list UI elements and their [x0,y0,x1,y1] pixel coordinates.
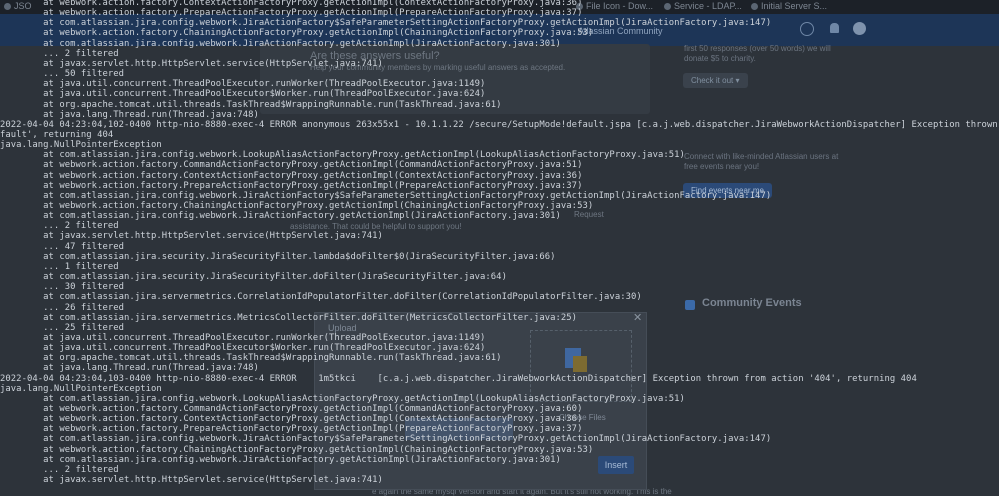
log-line: at org.apache.tomcat.util.threads.TaskTh… [0,99,502,110]
log-line: ... 30 filtered [0,282,125,293]
log-line: at webwork.action.factory.ChainingAction… [0,28,594,39]
log-line: at java.lang.Thread.run(Thread.java:748) [0,363,259,374]
log-line: at webwork.action.factory.CommandActionF… [0,160,583,171]
log-line: at webwork.action.factory.PrepareActionF… [0,8,583,19]
log-line: at com.atlassian.jira.config.webwork.Jir… [0,454,561,465]
log-line: ... 50 filtered [0,69,125,80]
log-line: at webwork.action.factory.ContextActionF… [0,414,583,425]
log-line: at webwork.action.factory.ContextActionF… [0,0,583,8]
log-line: at webwork.action.factory.CommandActionF… [0,404,583,414]
log-line: at webwork.action.factory.ContextActionF… [0,170,583,181]
log-line: ... 1 filtered [0,261,119,272]
log-line: java.lang.NullPointerException [0,383,162,394]
log-line: ... 25 filtered [0,322,125,333]
log-line: at webwork.action.factory.ChainingAction… [0,201,594,211]
log-line: at com.atlassian.jira.servermetrics.Metr… [0,312,578,323]
log-line: at webwork.action.factory.PrepareActionF… [0,180,583,191]
log-line: ... 2 filtered [0,221,119,232]
log-line: ... 26 filtered [0,302,125,313]
log-line: at com.atlassian.jira.config.webwork.Jir… [0,211,561,222]
log-line: at java.util.concurrent.ThreadPoolExecut… [0,332,486,343]
log-line: at com.atlassian.jira.config.webwork.Jir… [0,18,772,29]
log-line: java.lang.NullPointerException [0,140,162,151]
log-line: at webwork.action.factory.ChainingAction… [0,444,594,455]
log-line: at java.util.concurrent.ThreadPoolExecut… [0,89,486,100]
log-line: at com.atlassian.jira.security.JiraSecur… [0,251,556,262]
log-line: at com.atlassian.jira.config.webwork.Loo… [0,393,685,404]
log-line: ... 2 filtered [0,464,119,475]
log-line: at java.util.concurrent.ThreadPoolExecut… [0,343,486,354]
log-line: ... 2 filtered [0,48,119,59]
log-line: at com.atlassian.jira.security.JiraSecur… [0,272,507,283]
log-line: at webwork.action.factory.PrepareActionF… [0,424,583,435]
log-line: at java.lang.Thread.run(Thread.java:748) [0,109,259,120]
log-line: at javax.servlet.http.HttpServlet.servic… [0,475,383,486]
log-line: at com.atlassian.jira.config.webwork.Jir… [0,190,772,201]
log-line: at javax.servlet.http.HttpServlet.servic… [0,58,383,69]
log-line: 2022-04-04 04:23:04,102-0400 http-nio-88… [0,119,999,130]
terminal-log-output: at webwork.action.factory.ContextActionF… [0,0,999,494]
log-line: at org.apache.tomcat.util.threads.TaskTh… [0,353,502,364]
log-line: at com.atlassian.jira.config.webwork.Loo… [0,150,685,161]
log-line: at javax.servlet.http.HttpServlet.servic… [0,231,383,242]
log-line: at com.atlassian.jira.config.webwork.Jir… [0,38,561,49]
log-line: ... 47 filtered [0,241,125,252]
log-line: at java.util.concurrent.ThreadPoolExecut… [0,79,486,90]
log-line: at com.atlassian.jira.config.webwork.Jir… [0,434,772,445]
log-line: 2022-04-04 04:23:04,103-0400 http-nio-88… [0,373,917,384]
log-line: at com.atlassian.jira.servermetrics.Corr… [0,292,642,303]
log-line: fault', returning 404 [0,129,114,140]
